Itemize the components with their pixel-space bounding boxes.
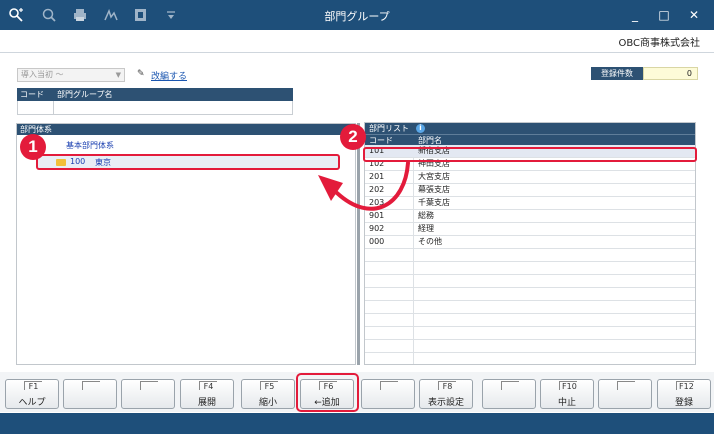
f10-cancel-button[interactable]: F10 中止: [540, 379, 594, 409]
f2-button[interactable]: [63, 379, 117, 409]
fkey-label: 展開: [197, 398, 216, 408]
fkey-label: ヘルプ: [18, 398, 46, 408]
fkey-code: [380, 381, 398, 390]
f4-expand-button[interactable]: F4 展開: [180, 379, 234, 409]
drag-arrow-annotation: [318, 161, 410, 211]
fkey-code: F10: [559, 381, 577, 391]
f1-help-button[interactable]: F1 ヘルプ: [5, 379, 59, 409]
f6-highlight: [296, 373, 359, 412]
fkey-code: [501, 381, 519, 390]
f11-button[interactable]: [598, 379, 652, 409]
fkey-code: F1: [24, 381, 42, 391]
fkey-code: [617, 381, 635, 390]
fkey-label: 登録: [674, 398, 693, 408]
f9-button[interactable]: [482, 379, 536, 409]
f8-display-settings-button[interactable]: F8 表示設定: [419, 379, 473, 409]
fkey-code: [140, 381, 158, 390]
step-badge-2: 2: [340, 124, 366, 150]
fkey-code: F12: [676, 381, 694, 391]
fkey-code: [82, 381, 100, 390]
fkey-code: F4: [199, 381, 217, 391]
f3-button[interactable]: [121, 379, 175, 409]
f12-register-button[interactable]: F12 登録: [657, 379, 711, 409]
fkey-label: 表示設定: [427, 398, 464, 408]
step-badge-1: 1: [20, 134, 46, 160]
f7-button[interactable]: [361, 379, 415, 409]
f5-collapse-button[interactable]: F5 縮小: [241, 379, 295, 409]
fkey-label: 縮小: [258, 398, 277, 408]
fkey-code: F5: [260, 381, 278, 391]
status-bar: [0, 413, 714, 434]
fkey-code: F8: [438, 381, 456, 391]
fkey-label: 中止: [557, 398, 576, 408]
